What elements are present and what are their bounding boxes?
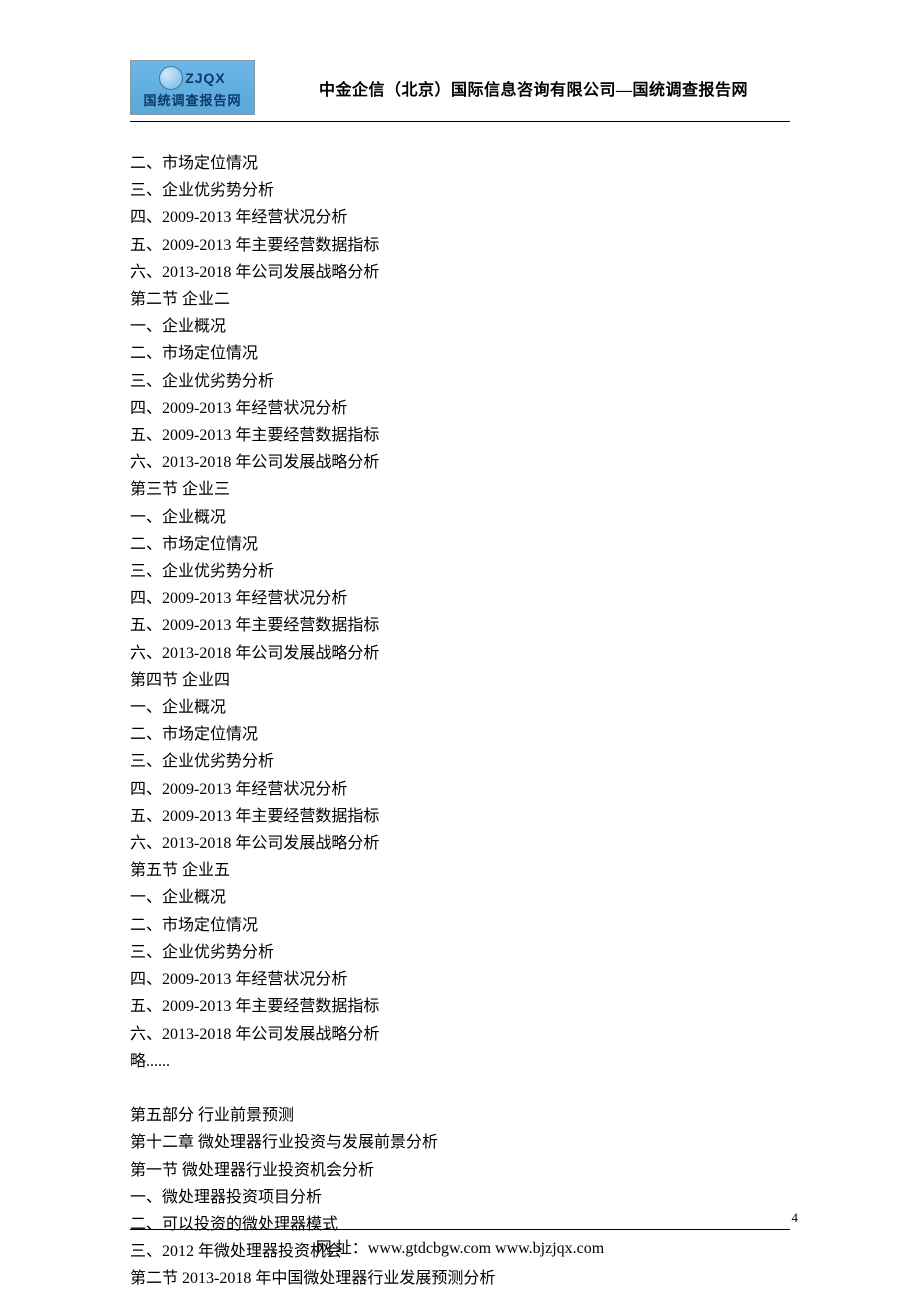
toc-line: 四、2009-2013 年经营状况分析 [130, 966, 790, 993]
toc-line: 一、企业概况 [130, 313, 790, 340]
header-divider [130, 121, 790, 122]
toc-line: 三、企业优劣势分析 [130, 368, 790, 395]
toc-line: 五、2009-2013 年主要经营数据指标 [130, 803, 790, 830]
toc-line: 四、2009-2013 年经营状况分析 [130, 776, 790, 803]
toc-line: 六、2013-2018 年公司发展战略分析 [130, 449, 790, 476]
toc-line: 三、企业优劣势分析 [130, 748, 790, 775]
toc-line: 第十二章 微处理器行业投资与发展前景分析 [130, 1129, 790, 1156]
toc-line: 三、企业优劣势分析 [130, 558, 790, 585]
toc-line: 二、市场定位情况 [130, 340, 790, 367]
toc-line: 第一节 微处理器行业投资机会分析 [130, 1157, 790, 1184]
toc-line: 第五部分 行业前景预测 [130, 1102, 790, 1129]
globe-icon [159, 66, 183, 90]
page-number: 4 [792, 1210, 799, 1226]
page-header: ZJQX 国统调查报告网 中金企信（北京）国际信息咨询有限公司—国统调查报告网 [130, 60, 790, 115]
logo-top-row: ZJQX [159, 66, 226, 90]
logo-brand-code: ZJQX [185, 70, 226, 86]
toc-line: 一、微处理器投资项目分析 [130, 1184, 790, 1211]
toc-line: 二、市场定位情况 [130, 531, 790, 558]
toc-line: 第二节 2013-2018 年中国微处理器行业发展预测分析 [130, 1265, 790, 1292]
toc-line: 二、市场定位情况 [130, 912, 790, 939]
toc-line: 六、2013-2018 年公司发展战略分析 [130, 830, 790, 857]
document-content: 二、市场定位情况 三、企业优劣势分析 四、2009-2013 年经营状况分析 五… [130, 150, 790, 1293]
toc-line: 二、市场定位情况 [130, 721, 790, 748]
footer-divider [130, 1229, 790, 1230]
logo-brand-text: 国统调查报告网 [143, 90, 241, 109]
toc-line: 第五节 企业五 [130, 857, 790, 884]
company-logo: ZJQX 国统调查报告网 [130, 60, 255, 115]
toc-line: 五、2009-2013 年主要经营数据指标 [130, 993, 790, 1020]
toc-line: 五、2009-2013 年主要经营数据指标 [130, 232, 790, 259]
toc-line: 六、2013-2018 年公司发展战略分析 [130, 1021, 790, 1048]
toc-line: 三、企业优劣势分析 [130, 939, 790, 966]
header-title: 中金企信（北京）国际信息咨询有限公司—国统调查报告网 [319, 76, 748, 100]
toc-line: 略...... [130, 1048, 790, 1075]
toc-line: 六、2013-2018 年公司发展战略分析 [130, 640, 790, 667]
toc-line: 第四节 企业四 [130, 667, 790, 694]
toc-line: 五、2009-2013 年主要经营数据指标 [130, 612, 790, 639]
blank-line [130, 1075, 790, 1102]
toc-line: 第三节 企业三 [130, 476, 790, 503]
toc-line: 一、企业概况 [130, 504, 790, 531]
footer-text: 网 址：www.gtdcbgw.com www.bjzjqx.com [0, 1234, 920, 1258]
toc-line: 四、2009-2013 年经营状况分析 [130, 395, 790, 422]
toc-line: 二、市场定位情况 [130, 150, 790, 177]
toc-line: 一、企业概况 [130, 884, 790, 911]
toc-line: 一、企业概况 [130, 694, 790, 721]
toc-line: 三、企业优劣势分析 [130, 177, 790, 204]
toc-line: 六、2013-2018 年公司发展战略分析 [130, 259, 790, 286]
toc-line: 第二节 企业二 [130, 286, 790, 313]
toc-line: 五、2009-2013 年主要经营数据指标 [130, 422, 790, 449]
document-page: ZJQX 国统调查报告网 中金企信（北京）国际信息咨询有限公司—国统调查报告网 … [0, 0, 920, 1302]
toc-line: 四、2009-2013 年经营状况分析 [130, 585, 790, 612]
toc-line: 四、2009-2013 年经营状况分析 [130, 204, 790, 231]
